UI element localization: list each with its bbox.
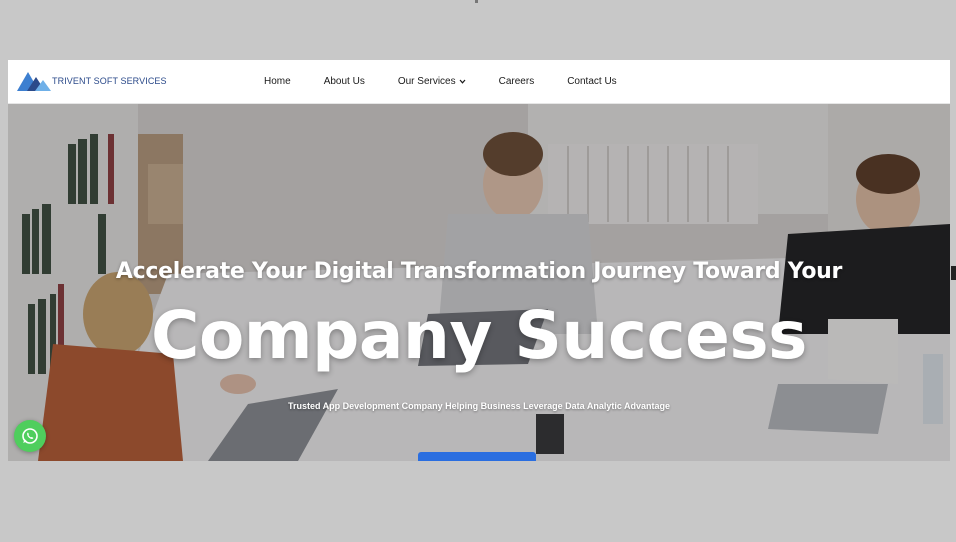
nav-about-us[interactable]: About Us [324, 76, 365, 87]
top-marker [475, 0, 478, 3]
nav-home[interactable]: Home [264, 76, 291, 87]
hero-cta-button[interactable] [418, 452, 536, 461]
nav-contact-us[interactable]: Contact Us [567, 76, 616, 87]
whatsapp-button[interactable] [14, 420, 46, 452]
hero-title: Company Success [151, 297, 807, 374]
brand-name: TRIVENT SOFT SERVICES [52, 76, 167, 86]
mountain-logo-icon [17, 72, 51, 91]
nav-about-label: About Us [323, 76, 365, 87]
hero-subtitle: Trusted App Development Company Helping … [287, 401, 671, 411]
nav-contact-label: Contact Us [567, 76, 617, 87]
nav-our-services[interactable]: Our Services [398, 76, 466, 87]
whatsapp-icon [22, 428, 38, 444]
brand-logo[interactable]: TRIVENT SOFT SERVICES [17, 67, 167, 91]
nav-careers-label: Careers [498, 76, 535, 87]
website-page: TRIVENT SOFT SERVICES Home About Us Our … [8, 60, 950, 461]
navbar: TRIVENT SOFT SERVICES Home About Us Our … [8, 60, 950, 104]
nav-services-label: Our Services [397, 76, 456, 87]
nav-careers[interactable]: Careers [499, 76, 535, 87]
hero-banner: Accelerate Your Digital Transformation J… [8, 104, 950, 461]
hero-headline: Accelerate Your Digital Transformation J… [115, 259, 843, 284]
main-nav: Home About Us Our Services Careers Conta… [264, 60, 650, 103]
chevron-down-icon [459, 79, 466, 84]
side-edge-tab [951, 266, 956, 280]
nav-home-label: Home [264, 76, 291, 87]
